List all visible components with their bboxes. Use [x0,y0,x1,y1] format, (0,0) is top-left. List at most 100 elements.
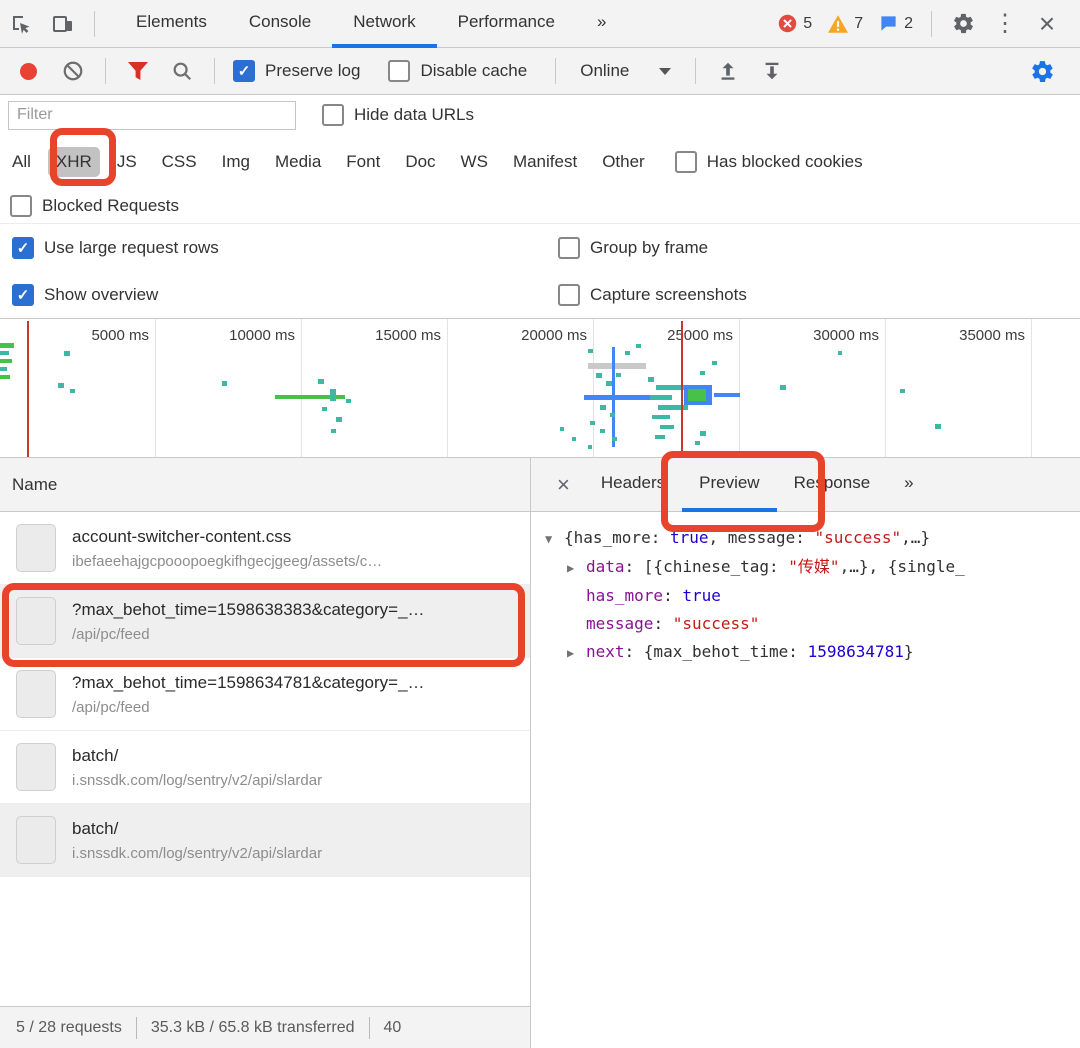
request-row[interactable]: batch/i.snssdk.com/log/sentry/v2/api/sla… [0,731,530,804]
filter-input[interactable] [8,100,296,130]
filter-type-xhr[interactable]: XHR [47,146,100,177]
import-har-icon[interactable] [717,60,739,82]
message-badge[interactable]: 2 [879,14,913,33]
options-row-2: ✓ Show overview Capture screenshots [0,271,1080,318]
request-name: batch/ [72,745,119,765]
request-row[interactable]: ?max_behot_time=1598634781&category=_… /a… [0,658,530,731]
preserve-log-checkbox[interactable]: ✓ Preserve log [233,60,360,82]
checkbox-box[interactable] [388,60,411,82]
group-by-frame-checkbox[interactable]: Group by frame [558,236,709,259]
overview-mark [58,383,64,388]
token-plain: ,…}, {single_ [839,557,965,576]
blocked-requests-checkbox[interactable]: Blocked Requests [10,194,179,217]
overview-mark [714,393,740,397]
overview-mark [712,361,717,365]
record-button[interactable] [20,62,37,80]
details-tab-response[interactable]: Response [777,458,888,512]
tab-more[interactable]: » [576,0,627,48]
filter-type-media[interactable]: Media [275,152,321,172]
token-num: 1598634781 [807,642,904,661]
show-overview-checkbox[interactable]: ✓ Show overview [12,283,558,306]
checkbox-box[interactable]: ✓ [233,60,255,82]
filter-type-other[interactable]: Other [602,152,645,172]
request-row[interactable]: ?max_behot_time=1598638383&category=_… /a… [0,585,530,658]
preview-tree: ▼ {has_more: true, message: "success",…} ▶… [531,512,1080,667]
filter-type-img[interactable]: Img [222,152,250,172]
overview-mark [331,429,336,433]
checkbox-label: Preserve log [265,61,361,80]
token-key: message [586,614,654,633]
filter-type-manifest[interactable]: Manifest [513,152,577,172]
more-menu-icon[interactable]: ⋮ [989,8,1021,40]
search-icon[interactable] [171,60,193,82]
overview-mark [322,407,327,411]
devtools-window: Elements Console Network Performance» 5 7 2… [0,0,1080,1048]
filter-type-ws[interactable]: WS [461,152,488,172]
overview-mark [588,445,592,449]
checkbox-box[interactable] [10,194,32,217]
filter-type-font[interactable]: Font [346,152,380,172]
preview-line[interactable]: has_more: true [531,582,1080,610]
details-tab-more[interactable]: » [887,458,930,512]
overview-graph[interactable]: 5000 ms 10000 ms 15000 ms 20000 ms 25000 ms 3… [0,318,1080,458]
error-count: 5 [803,14,813,32]
request-row[interactable]: batch/i.snssdk.com/log/sentry/v2/api/sla… [0,804,530,877]
token-plain: ,…} [901,528,931,547]
inspect-icon[interactable] [5,8,37,40]
error-badge[interactable]: 5 [778,14,812,33]
close-icon[interactable]: × [1031,8,1063,40]
overview-mark [660,425,674,429]
preview-line[interactable]: ▶ next: {max_behot_time: 1598634781} [531,638,1080,667]
overview-mark [572,437,576,441]
checkbox-box[interactable] [674,150,697,173]
checkbox-label: Group by frame [590,237,709,257]
throttling-dropdown[interactable]: Online [580,61,672,81]
filter-type-doc[interactable]: Doc [405,152,435,172]
filter-type-all[interactable]: All [12,152,31,172]
tab-console[interactable]: Console [228,0,332,48]
request-row[interactable]: account-switcher-content.css ibefaeehajgc… [0,512,530,585]
clear-icon[interactable] [62,60,84,82]
checkbox-box[interactable] [558,236,580,259]
overview-mark [652,415,670,419]
checkbox-box[interactable]: ✓ [12,283,34,306]
filter-funnel-icon[interactable] [127,61,149,81]
export-har-icon[interactable] [761,60,783,82]
preview-line[interactable]: ▶ data: [{chinese_tag: "传媒",…}, {single_ [531,553,1080,582]
tab-performance[interactable]: Performance [437,0,576,48]
filter-type-css[interactable]: CSS [162,152,197,172]
status-item: 5 / 28 requests [16,1018,122,1036]
name-column-header[interactable]: Name [0,458,530,512]
checkbox-box[interactable] [322,104,344,126]
collapsed-arrow-icon[interactable]: ▶ [567,554,586,582]
tab-network[interactable]: Network [332,0,437,48]
filter-type-js[interactable]: JS [117,152,137,172]
checkbox-box[interactable]: ✓ [12,236,34,259]
use-large-request-rows-checkbox[interactable]: ✓ Use large request rows [12,236,558,259]
overview-mark [0,359,12,363]
tab-elements[interactable]: Elements [115,0,228,48]
preview-line[interactable]: ▼ {has_more: true, message: "success",…} [531,524,1080,553]
overview-mark [700,371,705,375]
has-blocked-cookies-checkbox[interactable]: Has blocked cookies [674,150,863,173]
expanded-arrow-icon[interactable]: ▼ [545,525,564,553]
warning-badge[interactable]: 7 [828,15,863,33]
device-toolbar-icon[interactable] [47,8,79,40]
checkbox-box[interactable] [558,283,580,306]
collapsed-arrow-icon[interactable]: ▶ [567,639,586,667]
overview-mark [0,351,9,355]
details-tab-preview[interactable]: Preview [682,458,777,512]
hide-data-urls-checkbox[interactable]: Hide data URLs [322,104,474,126]
request-path: i.snssdk.com/log/sentry/v2/api/slardar [72,771,323,789]
settings-gear-icon[interactable] [947,8,979,40]
network-settings-gear-icon[interactable] [1030,59,1055,84]
overview-mark [648,377,654,382]
details-close-icon[interactable]: × [543,472,584,498]
overview-gridline [885,319,886,457]
disable-cache-checkbox[interactable]: Disable cache [388,60,527,82]
details-tab-headers[interactable]: Headers [584,458,682,512]
capture-screenshots-checkbox[interactable]: Capture screenshots [558,283,747,306]
preview-line[interactable]: message: "success" [531,610,1080,638]
throttling-value: Online [580,61,630,80]
overview-mark [700,431,706,436]
